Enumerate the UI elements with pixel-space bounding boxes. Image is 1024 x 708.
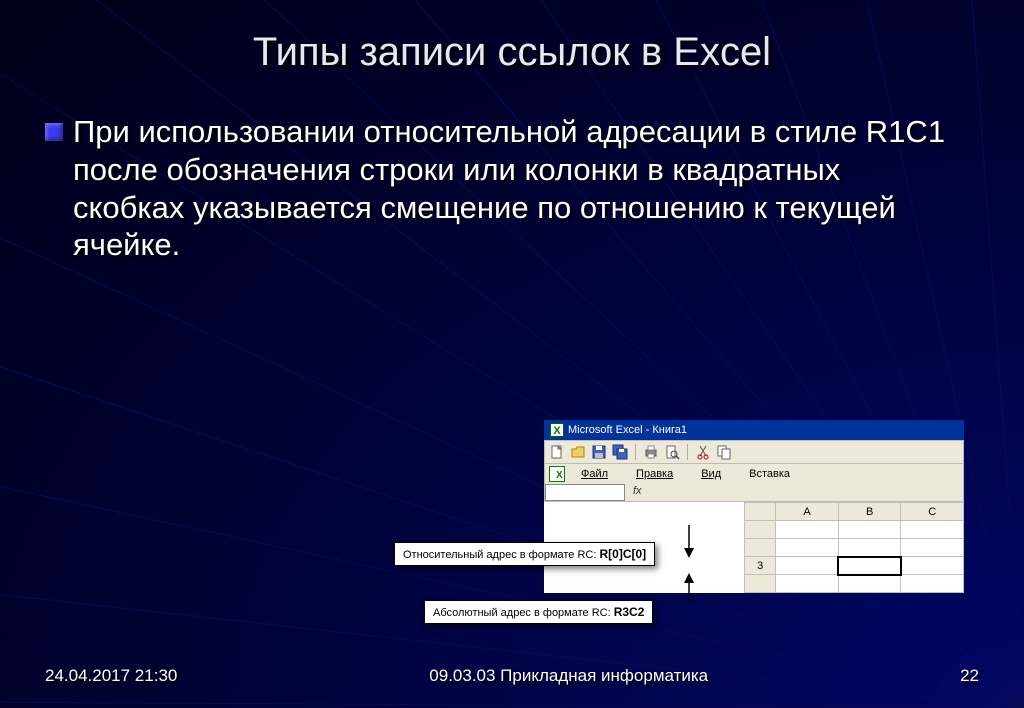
- arrow-up-icon: [669, 568, 709, 608]
- row-header: [745, 539, 776, 557]
- callout-absolute: Абсолютный адрес в формате RC: R3C2: [424, 600, 653, 624]
- menu-insert: Вставка: [737, 466, 802, 482]
- save-icon: [591, 444, 607, 460]
- slide-footer: 24.04.2017 21:30 09.03.03 Прикладная инф…: [0, 666, 1024, 686]
- selected-cell: [838, 557, 901, 575]
- excel-titlebar-text: Microsoft Excel - Книга1: [568, 424, 687, 436]
- footer-course: 09.03.03 Прикладная информатика: [429, 666, 708, 686]
- print-icon: [643, 444, 659, 460]
- bullet-icon: [45, 123, 63, 141]
- save-all-icon: [612, 444, 628, 460]
- menu-file: Файл: [569, 466, 620, 482]
- footer-date: 24.04.2017 21:30: [45, 666, 177, 686]
- excel-toolbar: [544, 440, 964, 464]
- excel-menu-icon: X: [549, 466, 565, 482]
- col-header: B: [838, 503, 901, 521]
- footer-page: 22: [960, 666, 979, 686]
- callout-relative: Относительный адрес в формате RC: R[0]C[…: [394, 542, 655, 566]
- menu-view: Вид: [689, 466, 733, 482]
- body-text: При использовании относительной адресаци…: [73, 113, 953, 264]
- excel-menubar: X Файл Правка Вид Вставка: [544, 464, 964, 484]
- fx-label: fx: [625, 484, 650, 501]
- new-file-icon: [549, 444, 565, 460]
- dropdown-icon: ▾: [612, 486, 618, 499]
- slide-title: Типы записи ссылок в Excel: [45, 30, 979, 75]
- copy-icon: [716, 444, 732, 460]
- col-header: A: [776, 503, 839, 521]
- excel-namebox: B3 ▾: [545, 484, 625, 501]
- cut-icon: [695, 444, 711, 460]
- corner-cell: [745, 503, 776, 521]
- excel-screenshot: X Microsoft Excel - Книга1 X Файл Правка…: [544, 420, 964, 593]
- excel-formula-bar: B3 ▾ fx: [544, 484, 964, 502]
- excel-titlebar: X Microsoft Excel - Книга1: [544, 420, 964, 440]
- row-header: 3: [745, 557, 776, 575]
- arrow-down-icon: [669, 520, 709, 570]
- row-header: [745, 521, 776, 539]
- col-header: C: [901, 503, 964, 521]
- preview-icon: [664, 444, 680, 460]
- menu-edit: Правка: [624, 466, 685, 482]
- row-header: [745, 575, 776, 593]
- excel-logo-icon: X: [550, 423, 564, 437]
- open-file-icon: [570, 444, 586, 460]
